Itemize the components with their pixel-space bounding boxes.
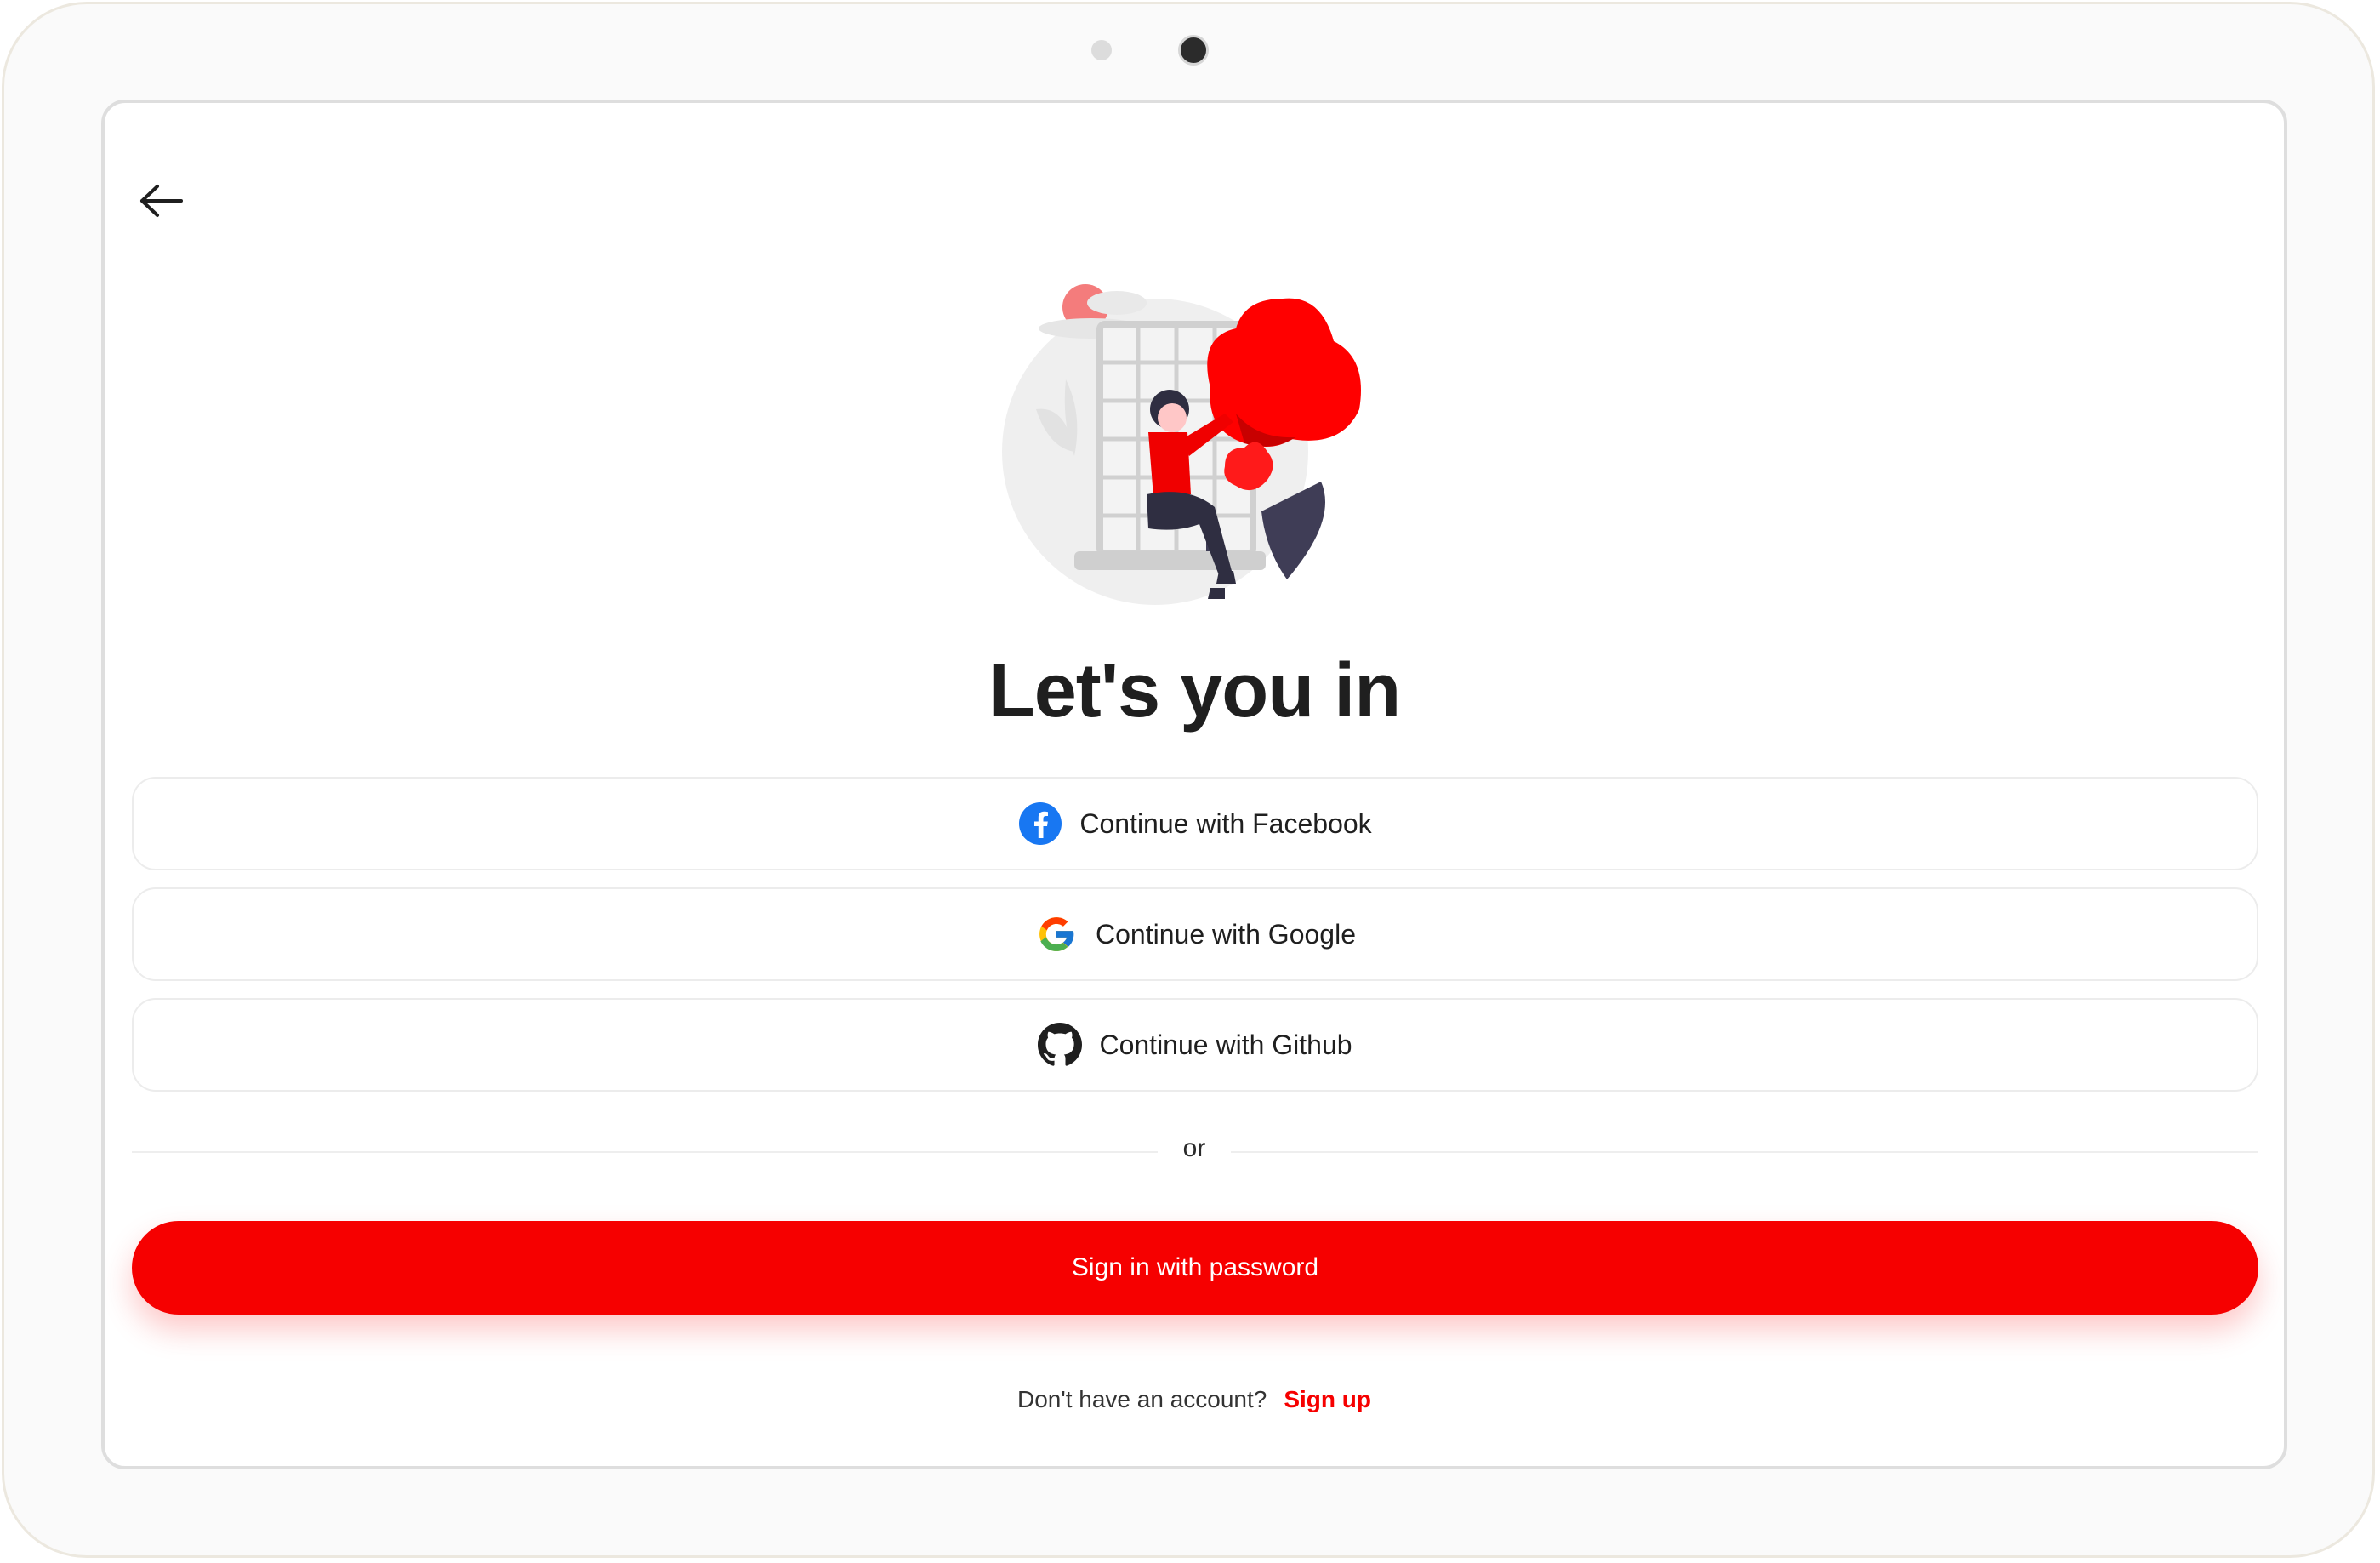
google-icon <box>1034 912 1079 956</box>
tablet-frame: Let's you in Continue with Facebook Cont… <box>2 2 2375 1558</box>
signup-prompt: Don't have an account? Sign up <box>105 1386 2284 1413</box>
github-button-label: Continue with Github <box>1099 1029 1352 1060</box>
sign-in-with-password-button[interactable]: Sign in with password <box>132 1221 2258 1315</box>
github-icon <box>1038 1023 1083 1067</box>
front-camera <box>1178 35 1209 66</box>
google-button-label: Continue with Google <box>1096 918 1356 950</box>
or-separator: or <box>105 1134 2284 1163</box>
arrow-left-icon <box>140 185 183 217</box>
person-sitting-by-window-illustration <box>1002 284 1361 605</box>
github-button[interactable]: Continue with Github <box>132 998 2258 1092</box>
google-button[interactable]: Continue with Google <box>132 887 2258 981</box>
back-button[interactable] <box>135 180 186 222</box>
ambient-sensor <box>1091 40 1112 60</box>
or-label: or <box>1157 1134 1232 1162</box>
facebook-button[interactable]: Continue with Facebook <box>132 777 2258 870</box>
facebook-icon <box>1018 801 1062 846</box>
sign-up-link[interactable]: Sign up <box>1284 1386 1371 1412</box>
signup-prompt-text: Don't have an account? <box>1017 1386 1267 1412</box>
page-title: Let's you in <box>988 648 1401 733</box>
facebook-button-label: Continue with Facebook <box>1079 807 1372 839</box>
app-screen: Let's you in Continue with Facebook Cont… <box>101 100 2287 1469</box>
